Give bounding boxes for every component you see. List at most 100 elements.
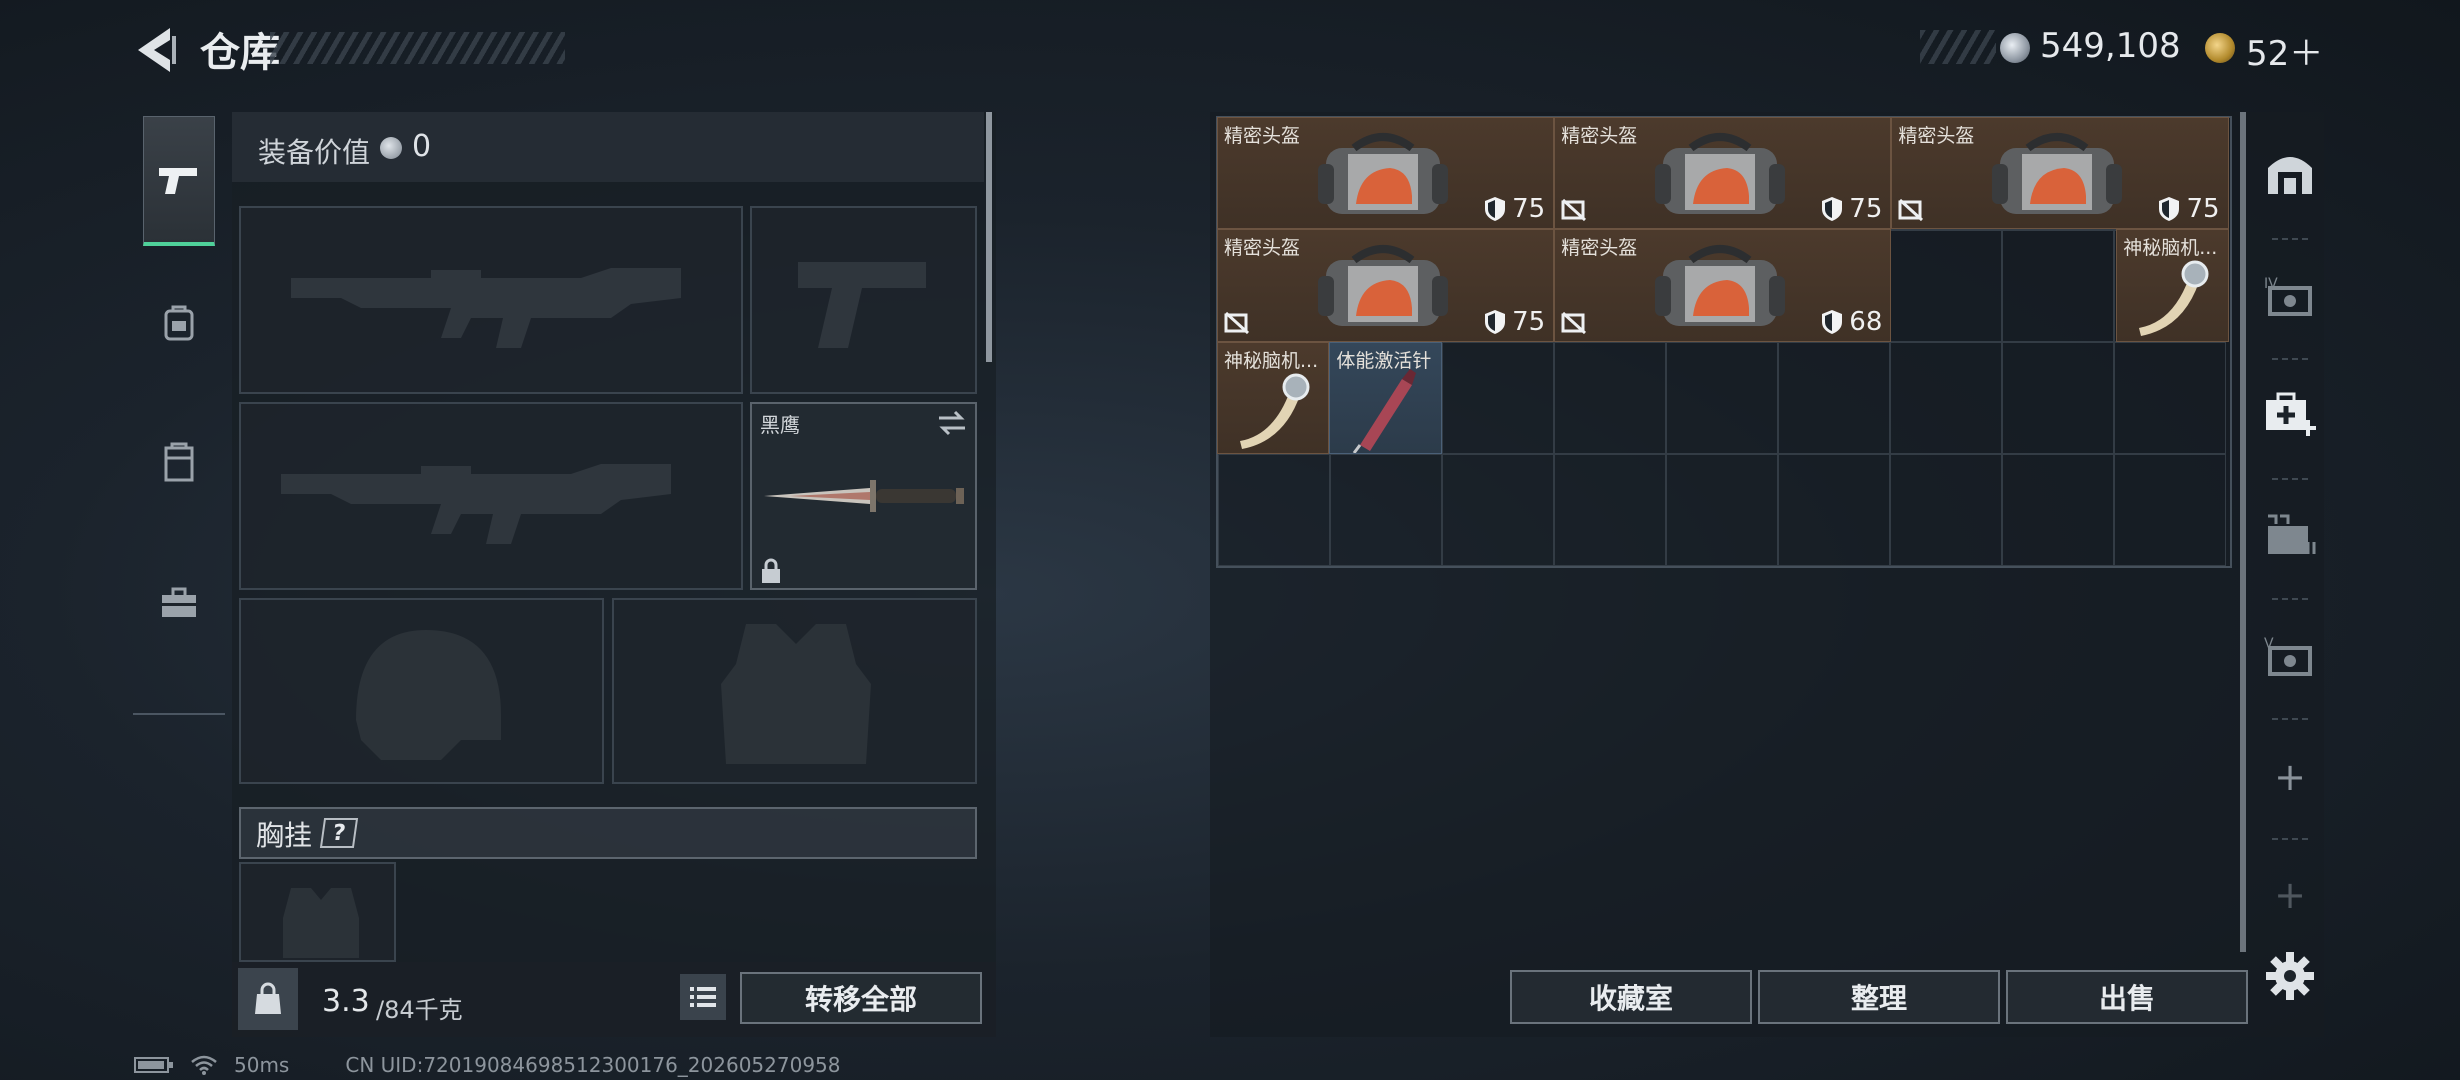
grid-cell[interactable] [1890, 454, 2002, 566]
helmet-bag-item[interactable]: 精密头盔 75 [1217, 229, 1555, 342]
durability: 75 [1484, 307, 1545, 337]
helmet-bag-item[interactable]: 精密头盔 68 [1554, 229, 1892, 342]
grid-cell[interactable] [1666, 342, 1778, 454]
primary-weapon-slot[interactable] [239, 206, 743, 394]
grid-cell[interactable] [1218, 454, 1330, 566]
helmet-bag-item[interactable]: 精密头盔 75 [1217, 117, 1555, 230]
grid-cell[interactable] [1666, 454, 1778, 566]
weight-lock-button[interactable] [238, 968, 298, 1030]
back-arrow-icon [138, 28, 176, 72]
grid-cell[interactable] [1554, 342, 1666, 454]
grid-cell[interactable] [2002, 454, 2114, 566]
storage-page-5[interactable]: V [2254, 600, 2326, 710]
brain-chip-item[interactable]: 神秘脑机... [1217, 341, 1330, 455]
armor-slot[interactable] [612, 598, 977, 784]
transfer-all-button[interactable]: 转移全部 [740, 972, 982, 1024]
durability-value: 75 [1512, 306, 1546, 337]
add-storage-page-button-disabled[interactable]: + [2254, 840, 2326, 950]
pistol-silhouette-icon [798, 262, 926, 348]
tab-backpack[interactable] [143, 258, 215, 388]
grid-cell[interactable] [2114, 342, 2226, 454]
storage-page-medical[interactable] [2254, 360, 2326, 470]
grid-cell[interactable] [1778, 342, 1890, 454]
helmet-bag-icon [1318, 245, 1448, 327]
brain-chip-item[interactable]: 神秘脑机... [2116, 229, 2229, 342]
melee-slot[interactable]: 黑鹰 [750, 402, 977, 590]
tab-weapons[interactable] [143, 116, 215, 246]
no-armor-icon [1898, 199, 1924, 222]
list-view-button[interactable] [680, 974, 726, 1020]
grid-cell[interactable] [1554, 454, 1666, 566]
sell-button[interactable]: 出售 [2006, 970, 2248, 1024]
brain-chip-icon [2139, 260, 2209, 337]
chest-rig-label: 胸挂 [256, 819, 313, 852]
container-icon [164, 442, 194, 482]
settings-button[interactable] [2264, 950, 2316, 1002]
melee-name: 黑鹰 [760, 413, 800, 437]
helmet-bag-item[interactable]: 精密头盔 75 [1891, 117, 2229, 230]
add-storage-page-button[interactable]: + [2254, 722, 2326, 832]
list-icon [690, 987, 716, 1007]
weight-icon [255, 982, 281, 1014]
grid-cell[interactable] [1890, 342, 2002, 454]
tab-container[interactable] [143, 398, 215, 528]
durability-value: 75 [1849, 194, 1883, 225]
item-name: 精密头盔 [1561, 125, 1638, 147]
weight-max: /84千克 [376, 996, 463, 1024]
no-armor-icon [1561, 311, 1587, 334]
durability-value: 68 [1849, 306, 1883, 337]
grid-cell[interactable] [2002, 230, 2114, 342]
storage-scrollbar[interactable] [2240, 112, 2246, 952]
header-decoration [270, 32, 565, 64]
item-name: 精密头盔 [1224, 125, 1301, 147]
coin-balance: 549,108 [2040, 26, 2181, 66]
storage-page-ammo[interactable] [2254, 480, 2326, 590]
chest-rig-slot[interactable] [239, 862, 396, 962]
toolbox-icon [162, 587, 196, 617]
equipment-scrollbar[interactable] [986, 112, 992, 362]
tab-toolbox[interactable] [143, 538, 215, 668]
grid-cell[interactable] [1442, 454, 1554, 566]
helmet-bag-icon [1655, 245, 1786, 327]
grid-cell[interactable] [2002, 342, 2114, 454]
item-name: 精密头盔 [1224, 237, 1301, 260]
storage-page-4[interactable]: IV [2254, 240, 2326, 350]
grid-cell[interactable] [1890, 230, 2002, 342]
collection-room-button[interactable]: 收藏室 [1510, 970, 1752, 1024]
brain-chip-icon [1240, 373, 1310, 449]
wifi-icon [191, 1055, 217, 1075]
item-name: 神秘脑机... [1224, 349, 1319, 372]
helmet-silhouette-icon [356, 630, 501, 760]
coin-icon [2000, 33, 2030, 63]
lock-icon [762, 558, 780, 583]
syringe-item[interactable]: 体能激活针 [1329, 341, 1442, 455]
sort-button[interactable]: 整理 [1758, 970, 2000, 1024]
grid-cell[interactable] [1442, 342, 1554, 454]
equipment-value-label: 装备价值 [258, 136, 371, 169]
helmet-bag-icon [1655, 133, 1786, 214]
battery-icon [134, 1057, 173, 1073]
grid-cell[interactable] [1778, 454, 1890, 566]
helmet-slot[interactable] [239, 598, 604, 784]
pistol-slot[interactable] [750, 206, 977, 394]
medical-case-icon [2266, 392, 2316, 436]
shield-icon [1822, 309, 1843, 334]
plus-icon: + [2274, 755, 2306, 799]
storage-pages-sidebar: IV V + + [2254, 118, 2326, 958]
shield-icon [1485, 309, 1506, 334]
secondary-weapon-slot[interactable] [239, 402, 743, 590]
ticket-balance[interactable]: 52＋ [2246, 26, 2323, 75]
swap-icon[interactable] [937, 410, 967, 436]
knife-icon [764, 480, 964, 512]
grid-cell[interactable] [2114, 454, 2226, 566]
weight-current: 3.3 [322, 984, 370, 1019]
help-button[interactable]: ? [319, 818, 359, 848]
no-armor-icon [1561, 199, 1587, 222]
grid-cell[interactable] [1330, 454, 1442, 566]
helmet-bag-icon [1318, 133, 1448, 214]
back-button[interactable] [130, 22, 178, 78]
backpack-icon [164, 305, 194, 341]
helmet-bag-item[interactable]: 精密头盔 75 [1554, 117, 1892, 230]
storage-page-main[interactable] [2254, 118, 2326, 228]
gear-icon [2266, 952, 2314, 1000]
